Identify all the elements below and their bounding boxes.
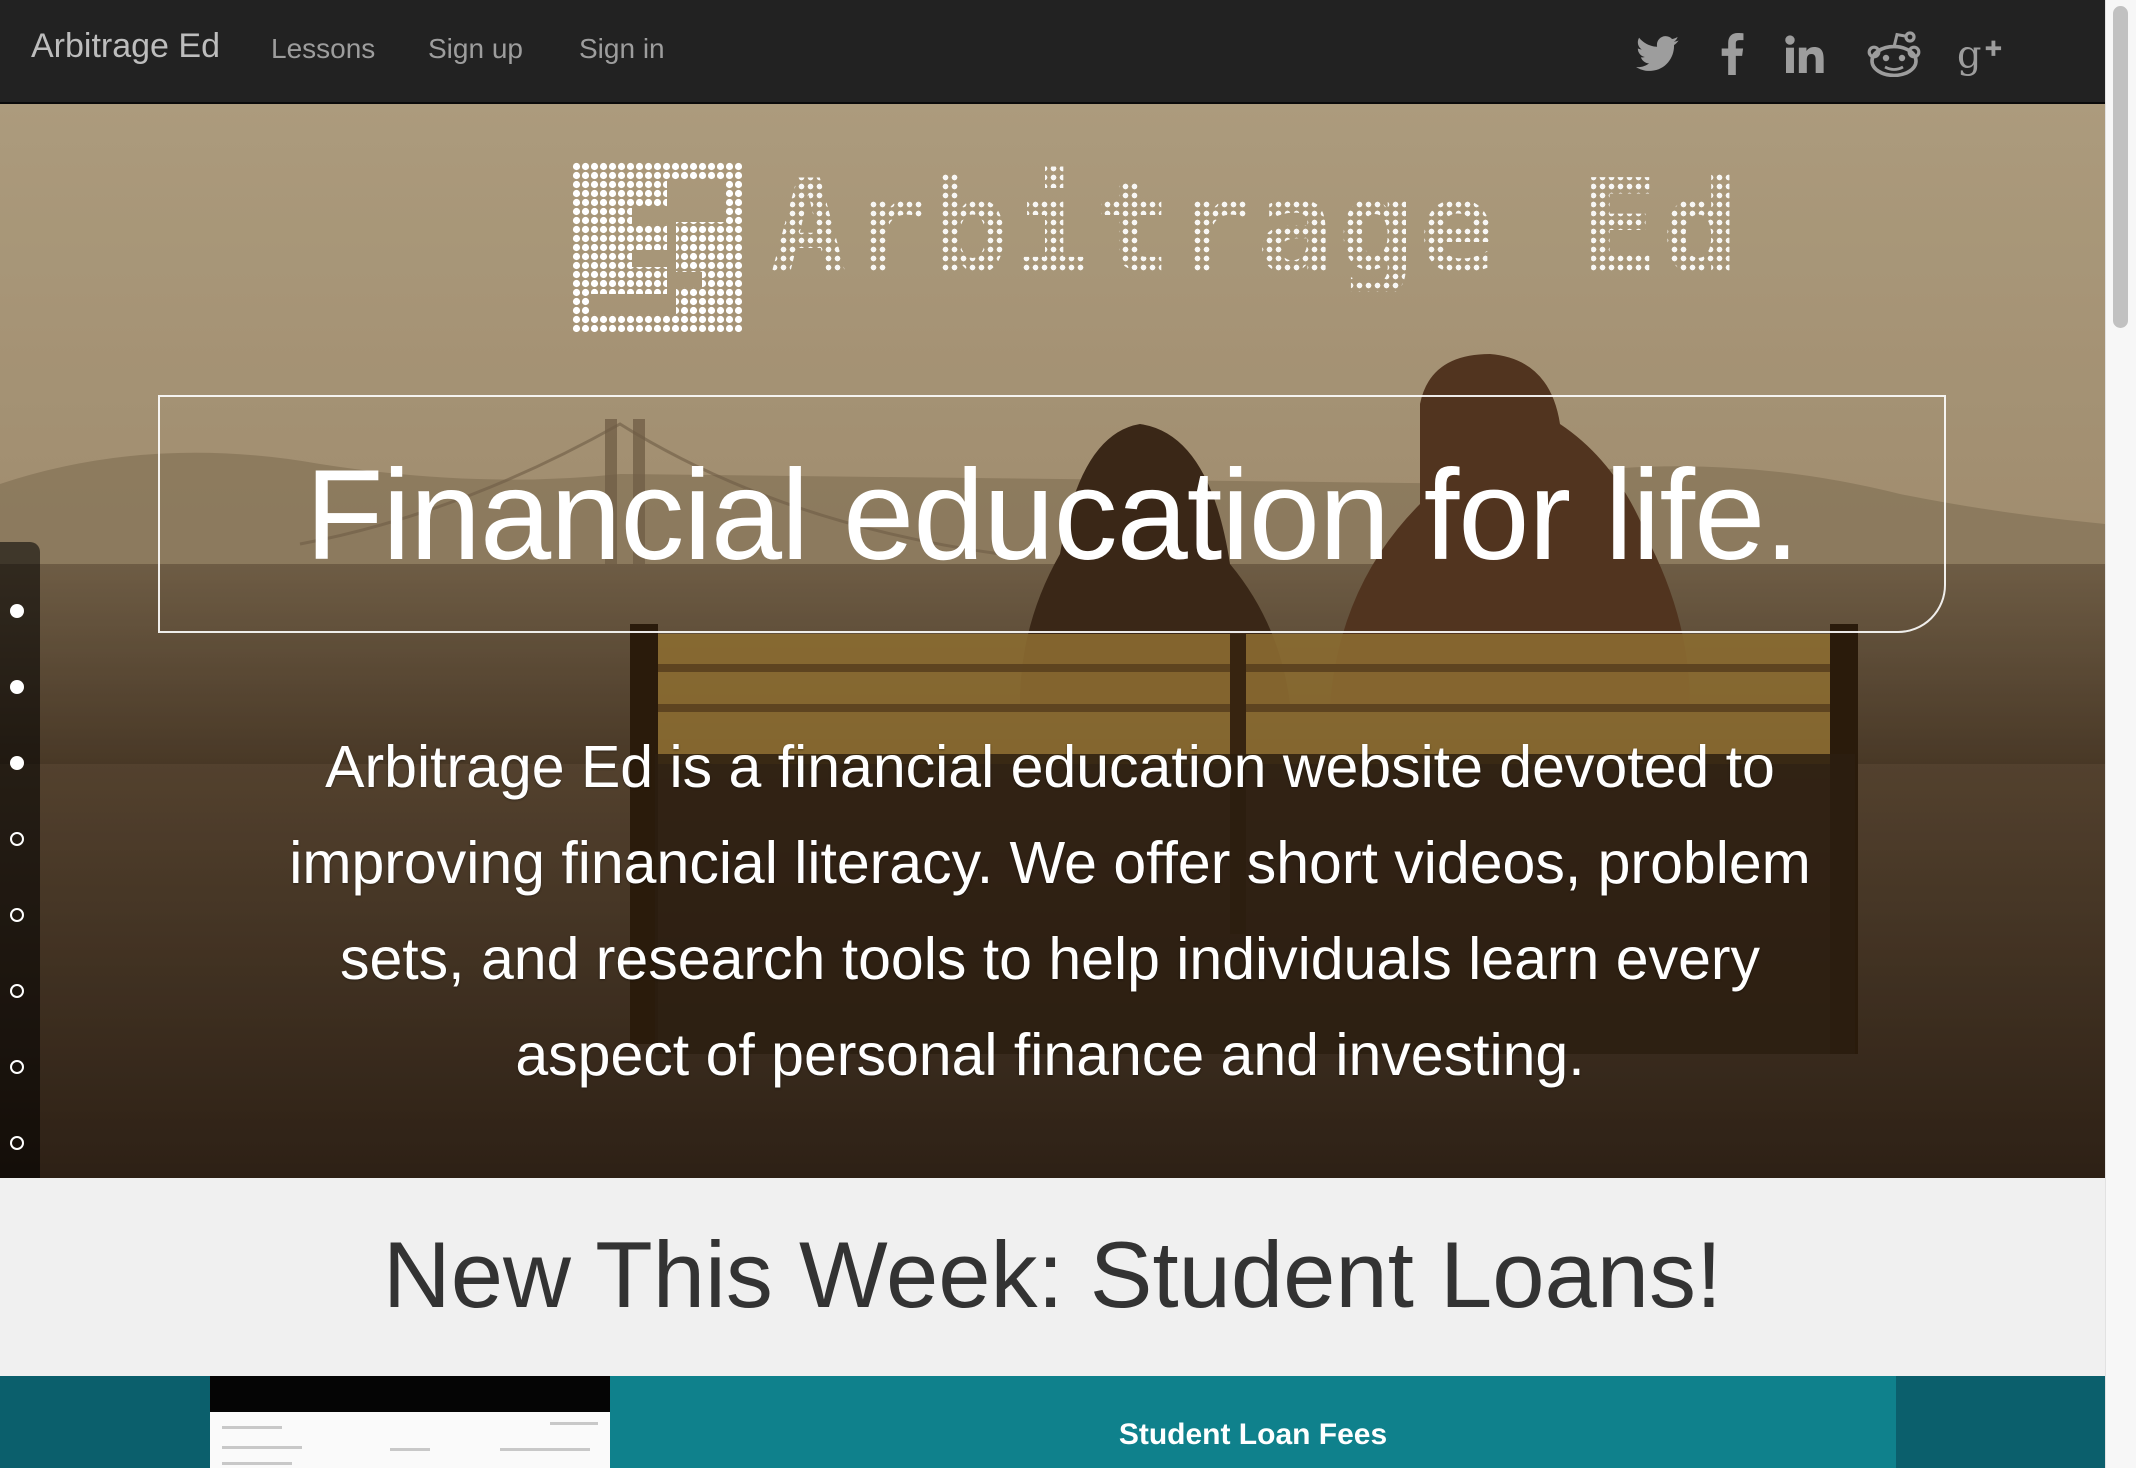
section-dot-6[interactable] (10, 984, 24, 998)
brand-link[interactable]: Arbitrage Ed (31, 27, 220, 66)
section-dot-4[interactable] (10, 832, 24, 846)
thumbnail-text-line (222, 1426, 282, 1429)
section-dot-8[interactable] (10, 1136, 24, 1150)
nav-link-sign-in[interactable]: Sign in (579, 33, 665, 65)
google-plus-icon[interactable]: g (1954, 30, 2006, 78)
section-dot-7[interactable] (10, 1060, 24, 1074)
thumbnail-text-line (390, 1448, 430, 1451)
section-dot-2[interactable] (10, 680, 24, 694)
thumbnail-text-line (222, 1446, 302, 1449)
reddit-icon[interactable] (1864, 30, 1924, 78)
nav-link-sign-up[interactable]: Sign up (428, 33, 523, 65)
linkedin-icon[interactable] (1779, 30, 1831, 78)
thumbnail-text-line (550, 1422, 598, 1425)
facebook-icon[interactable] (1706, 30, 1758, 78)
featured-lesson-strip: Student Loan Fees (0, 1376, 2105, 1468)
nav-link-lessons[interactable]: Lessons (271, 33, 375, 65)
new-this-week-section: New This Week: Student Loans! (0, 1178, 2105, 1376)
logo-wordmark: Arbitrage Ed (770, 153, 1743, 302)
section-dot-5[interactable] (10, 908, 24, 922)
section-dot-nav (0, 542, 40, 1178)
thumbnail-text-line (222, 1462, 292, 1465)
thumbnail-text-line (500, 1448, 590, 1451)
featured-lesson-thumbnail[interactable] (210, 1376, 610, 1468)
page-scrollbar[interactable] (2105, 0, 2136, 1468)
hero-section: Arbitrage Ed Financial education for lif… (0, 104, 2105, 1178)
section-dot-1[interactable] (10, 604, 24, 618)
thumbnail-header-bar (210, 1376, 610, 1412)
top-navbar: Arbitrage Ed Lessons Sign up Sign in g (0, 0, 2105, 104)
hero-intro-text: Arbitrage Ed is a financial education we… (289, 734, 1811, 1088)
hero-tagline: Financial education for life. (305, 444, 1800, 587)
featured-lesson-card[interactable]: Student Loan Fees (610, 1376, 1896, 1468)
new-this-week-heading: New This Week: Student Loans! (382, 1222, 1723, 1327)
arbitrage-ed-logo-icon (572, 162, 742, 332)
section-dot-3[interactable] (10, 756, 24, 770)
tagline-frame: Financial education for life. (158, 395, 1946, 633)
svg-text:g: g (1957, 32, 1982, 77)
featured-lesson-title: Student Loan Fees (1118, 1418, 1388, 1451)
twitter-icon[interactable] (1632, 30, 1684, 78)
scrollbar-thumb[interactable] (2113, 6, 2128, 328)
